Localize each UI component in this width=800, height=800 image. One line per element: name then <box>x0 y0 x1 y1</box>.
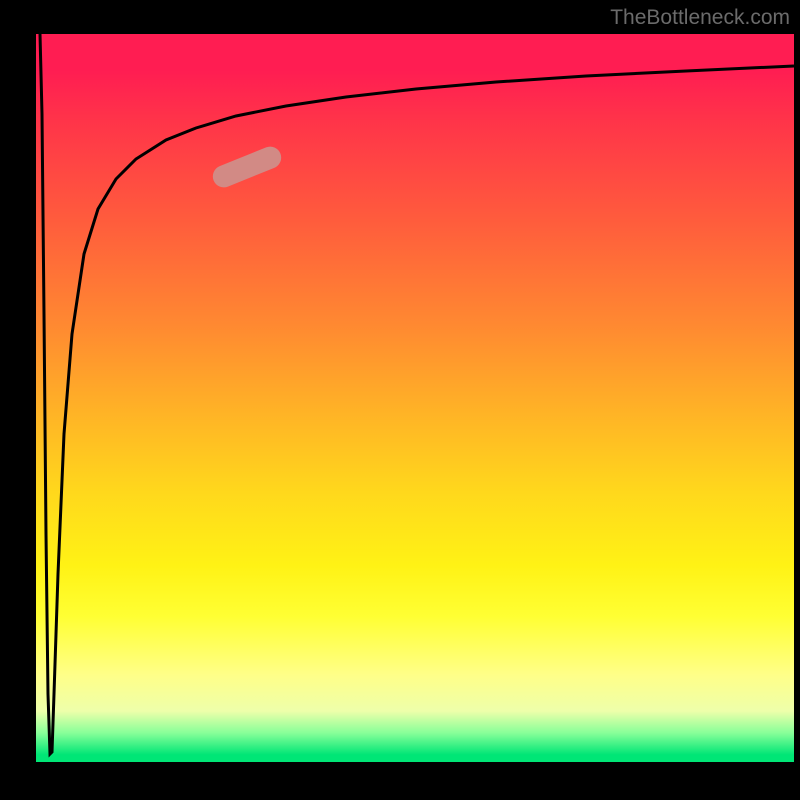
chart-plot-area <box>36 34 794 762</box>
watermark-text: TheBottleneck.com <box>610 6 790 30</box>
bottleneck-curve-svg <box>36 34 794 762</box>
main-curve-path <box>40 34 794 754</box>
